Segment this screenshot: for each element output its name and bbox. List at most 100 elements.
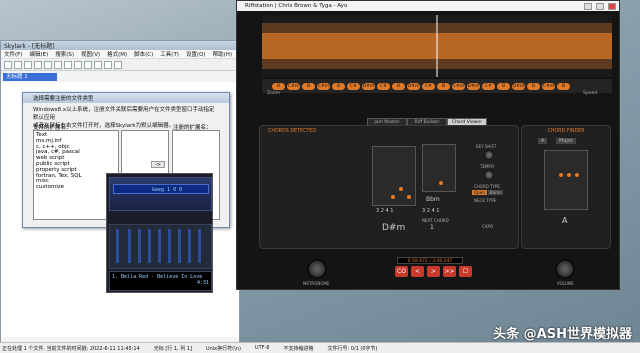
finger-dot [407,195,411,199]
timeline-chord[interactable]: C# [422,82,435,90]
timeline-chord[interactable]: D#m [467,82,480,90]
new-file-icon[interactable] [4,60,12,69]
timeline-chord[interactable]: C#m [287,82,300,90]
time-counter: 0:59.672 / 3:46.247 [397,257,463,264]
key-shift-knob[interactable] [484,150,494,160]
timeline-chord[interactable]: C# [482,82,495,90]
finger-dot [567,173,571,177]
close-button[interactable] [608,2,616,10]
volume-label: VOLUME [557,281,574,286]
status-eol[interactable]: Unix换行符(\n) [206,345,241,352]
eq-slider[interactable] [116,229,119,263]
save-icon[interactable] [24,60,32,69]
timeline-chord[interactable]: C# [377,82,390,90]
timeline-chord[interactable]: C#m [542,82,555,90]
add-ext-button[interactable]: -> [151,161,165,168]
transport-controls: CO < > >> ☐ [395,266,472,277]
chord-type-open[interactable]: Open [472,190,487,195]
stop-button[interactable]: ☐ [459,266,472,277]
find-icon[interactable] [94,60,102,69]
menu-script[interactable]: 脚本(C) [134,50,153,58]
menu-settings[interactable]: 设置(O) [186,50,206,58]
eq-slider[interactable] [168,229,171,263]
timeline-chord[interactable]: C#m [317,82,330,90]
skylark-title-bar: Skylark - [无标题] [1,41,239,50]
list-item[interactable]: customize [36,184,116,191]
riffstation-title-bar: Riffstation | Chris Brown & Tyga - Ayo [237,1,619,11]
loop-button[interactable]: CO [395,266,408,277]
timeline-chord[interactable]: C# [347,82,360,90]
eq-slider[interactable] [188,229,191,263]
zoom-in-icon[interactable] [114,60,122,69]
chord-timeline[interactable]: B C#m B C#m B C# D#m C# B D#m C# B C#m D… [262,79,612,93]
chords-detected-heading: CHORDS DETECTED [268,129,317,134]
fast-forward-button[interactable]: >> [443,266,456,277]
save-all-icon[interactable] [34,60,42,69]
timeline-chord[interactable]: D#m [407,82,420,90]
skylark-menu-bar: 文件(F) 编辑(E) 搜索(S) 视图(V) 格式(M) 脚本(C) 工具(T… [1,50,239,59]
redo-icon[interactable] [84,60,92,69]
menu-search[interactable]: 搜索(S) [55,50,74,58]
metronome-label: METRONOME [303,281,330,286]
open-file-icon[interactable] [14,60,22,69]
finger-dot [439,181,443,185]
playlist-time: 4:31 [196,280,209,286]
volume-knob[interactable] [555,259,575,279]
replace-icon[interactable] [104,60,112,69]
copy-icon[interactable] [54,60,62,69]
eq-slider[interactable] [158,229,161,263]
timeline-chord[interactable]: B [272,82,285,90]
tempo-label: TEMPO [480,164,494,169]
maximize-button[interactable] [596,2,604,10]
finger-dot [575,173,579,177]
tempo-knob[interactable] [484,170,494,180]
playlist-item[interactable]: 1. Bella Red - Believe In Love [112,274,202,280]
capo-label: CAPO [482,224,494,229]
timeline-chord[interactable]: B [437,82,450,90]
neck-type-label: NECK TYPE [474,198,497,203]
finder-quality[interactable]: Major [556,138,576,144]
doc-tab[interactable]: 无标题 1 [3,73,57,81]
play-button[interactable]: > [427,266,440,277]
timeline-chord[interactable]: D#m [512,82,525,90]
chord-type-barre[interactable]: Barre [488,190,503,195]
finger-dot [391,195,395,199]
timeline-chord[interactable]: B [497,82,510,90]
status-indent[interactable]: 不支持缩进格 [283,345,313,352]
timeline-chord[interactable]: B [392,82,405,90]
waveform[interactable] [262,15,612,77]
timeline-chord[interactable]: C#m [452,82,465,90]
status-encoding[interactable]: UTF-8 [255,345,270,351]
main-chord-name: D#m [382,223,406,233]
rewind-button[interactable]: < [411,266,424,277]
menu-edit[interactable]: 编辑(E) [29,50,48,58]
metronome-knob[interactable] [307,259,327,279]
timeline-chord[interactable]: B [527,82,540,90]
timeline-chord[interactable]: B [557,82,570,90]
eq-slider[interactable] [178,229,181,263]
eq-slider[interactable] [128,229,131,263]
dialog-text-1: Windows8.x以上系统，注册文件关联后需要用户在文件类型窗口手动指定默认应… [33,107,215,121]
timeline-chord[interactable]: B [302,82,315,90]
menu-file[interactable]: 文件(F) [4,50,22,58]
menu-view[interactable]: 视图(V) [81,50,100,58]
timeline-chord[interactable]: B [332,82,345,90]
undo-icon[interactable] [74,60,82,69]
finder-root[interactable]: A [538,138,548,144]
menu-help[interactable]: 帮助(H) [213,50,232,58]
minimize-button[interactable] [584,2,592,10]
menu-tools[interactable]: 工具(T) [160,50,179,58]
eq-slider[interactable] [148,229,151,263]
skylark-title: Skylark - [无标题] [4,43,55,50]
paste-icon[interactable] [64,60,72,69]
status-line-count: 文件行号: 0/1 (0字节) [327,345,378,352]
riffstation-window: Riffstation | Chris Brown & Tyga - Ayo B… [236,0,620,290]
eq-slider[interactable] [138,229,141,263]
finder-chord-name: A [562,216,568,225]
eq-slider[interactable] [198,229,201,263]
menu-format[interactable]: 格式(M) [107,50,127,58]
timeline-chord[interactable]: D#m [362,82,375,90]
cut-icon[interactable] [44,60,52,69]
riffstation-title: Riffstation | Chris Brown & Tyga - Ayo [245,3,348,9]
winamp-playlist[interactable]: 1. Bella Red - Believe In Love 4:31 [109,271,212,291]
